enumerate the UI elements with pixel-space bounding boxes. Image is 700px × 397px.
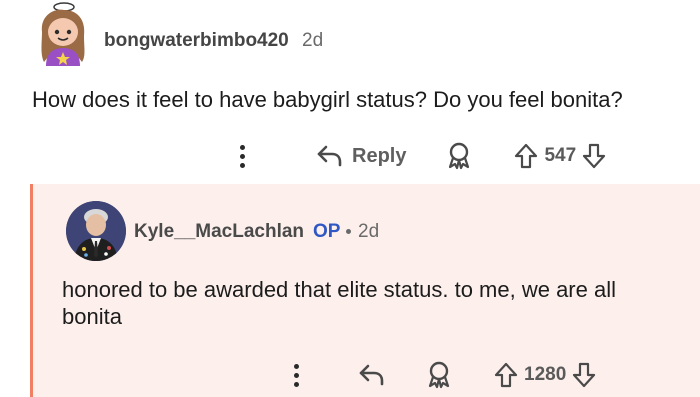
avatar[interactable]: [66, 201, 126, 261]
comment-actions: 1280: [290, 355, 596, 395]
vote-count: 1280: [524, 364, 567, 385]
avatar[interactable]: [34, 2, 90, 66]
award-button[interactable]: [446, 142, 472, 170]
upvote-button[interactable]: [494, 362, 518, 388]
reply-label: Reply: [352, 144, 407, 167]
reply-arrow-icon: [317, 145, 342, 167]
comment-body: How does it feel to have babygirl status…: [32, 87, 623, 112]
upvote-arrow-icon: [494, 362, 518, 388]
award-button[interactable]: [426, 361, 452, 389]
comment-body: honored to be awarded that elite status.…: [62, 277, 616, 329]
upvote-arrow-icon: [515, 143, 538, 169]
more-options-icon[interactable]: [236, 144, 248, 168]
separator-dot: [346, 229, 351, 234]
parent-comment: bongwaterbimbo420 2d How does it feel to…: [0, 0, 700, 184]
reply-arrow-icon: [359, 364, 384, 386]
downvote-arrow-icon: [583, 143, 606, 169]
downvote-button[interactable]: [572, 362, 596, 388]
reply-button[interactable]: [358, 363, 386, 387]
comment-age: 2d: [302, 30, 324, 51]
comment-author[interactable]: bongwaterbimbo420: [104, 30, 289, 52]
comment-age: 2d: [358, 221, 380, 242]
reply-button[interactable]: Reply: [316, 144, 406, 168]
op-badge: OP: [313, 221, 341, 242]
upvote-button[interactable]: [514, 143, 538, 169]
comment-author[interactable]: Kyle__MacLachlan: [134, 221, 304, 243]
vote-count: 547: [544, 145, 577, 166]
award-icon: [428, 361, 450, 389]
downvote-arrow-icon: [573, 362, 596, 388]
comment-actions: Reply 547: [236, 136, 606, 176]
more-options-icon[interactable]: [290, 363, 302, 387]
downvote-button[interactable]: [582, 143, 606, 169]
award-icon: [449, 142, 470, 170]
